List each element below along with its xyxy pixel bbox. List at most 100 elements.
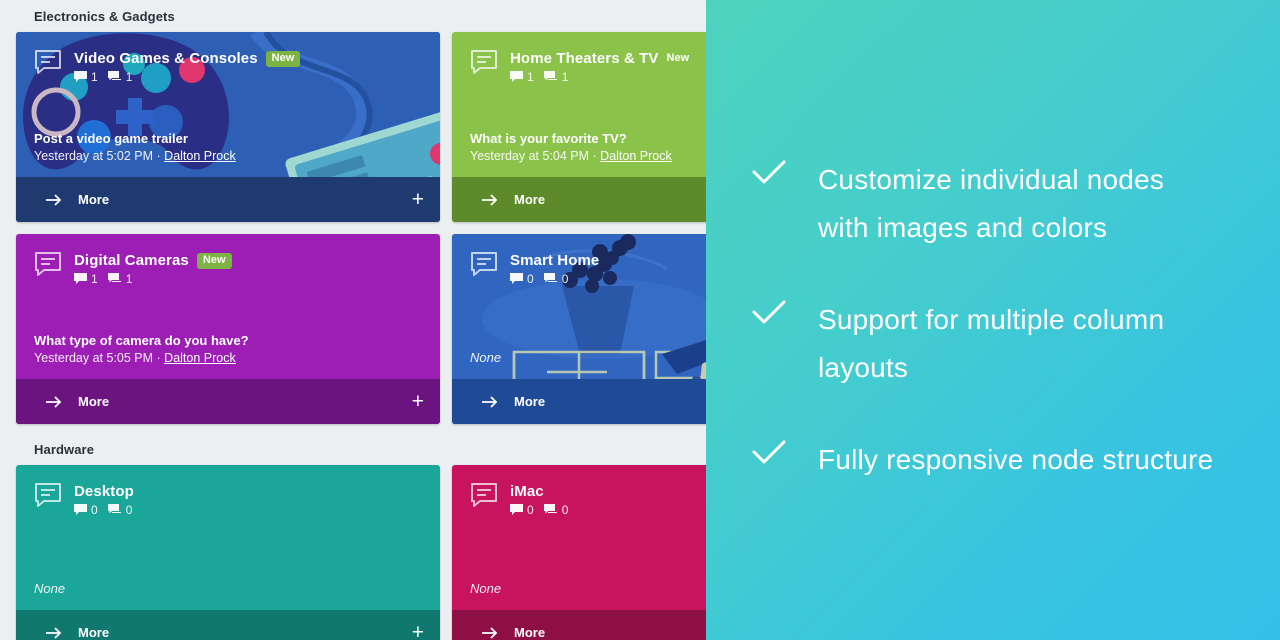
card-counts: 0 0 (74, 504, 134, 516)
add-node-button[interactable]: + (412, 391, 424, 412)
node-board: Electronics & Gadgets Video Games & Cons… (0, 0, 706, 640)
comment-bubble-icon (510, 504, 523, 515)
card-body: Home Theaters & TV New 1 1 What is your … (452, 32, 706, 177)
more-button[interactable]: More (46, 394, 109, 409)
arrow-right-icon (46, 193, 62, 206)
reply-bubble-icon (543, 71, 557, 81)
speech-bubble-icon (470, 49, 498, 80)
post-author-link[interactable]: Dalton Prock (164, 149, 236, 163)
app-screen: Electronics & Gadgets Video Games & Cons… (0, 0, 1280, 640)
reply-count: 0 (543, 504, 568, 516)
comment-bubble-icon (74, 71, 87, 82)
add-node-button[interactable]: + (412, 189, 424, 210)
feature-item-2: Support for multiple column layouts (752, 296, 1234, 392)
post-author-link[interactable]: Dalton Prock (600, 149, 672, 163)
card-digital-cameras[interactable]: Digital Cameras New 1 1 What type of cam… (16, 234, 440, 424)
post-time: Yesterday at 5:05 PM (34, 351, 154, 365)
card-grid-hardware: Desktop 0 0 None More + iMac 0 0 None Mo… (0, 465, 706, 640)
post-meta: Yesterday at 5:05 PM · Dalton Prock (34, 351, 422, 365)
post-title: Post a video game trailer (34, 131, 188, 146)
feature-label: Customize individual nodes with images a… (818, 164, 1165, 243)
card-latest-post: None (470, 581, 706, 596)
card-latest-post: None (34, 581, 422, 596)
speech-bubble-icon (34, 482, 62, 513)
arrow-right-icon (46, 626, 62, 639)
speech-bubble-icon (470, 251, 498, 282)
card-body: Smart Home 0 0 None (452, 234, 706, 379)
card-grid-electronics: Video Games & Consoles New 1 1 Post a vi… (0, 32, 706, 424)
comment-count: 0 (510, 273, 534, 285)
card-header: Smart Home 0 0 (470, 250, 706, 285)
card-header: Desktop 0 0 (34, 481, 422, 516)
card-latest-post: Post a video game trailer Yesterday at 5… (34, 130, 422, 163)
card-header: iMac 0 0 (470, 481, 706, 516)
reply-bubble-icon (107, 273, 121, 283)
card-counts: 1 1 (74, 273, 232, 285)
comment-bubble-icon (74, 273, 87, 284)
section-title-electronics: Electronics & Gadgets (34, 9, 175, 24)
card-title: Video Games & Consoles (74, 50, 258, 67)
card-title: Smart Home (510, 252, 600, 269)
check-icon (752, 296, 818, 331)
more-label: More (514, 192, 546, 207)
speech-bubble-icon (470, 482, 498, 513)
speech-bubble-icon (34, 251, 62, 282)
post-meta-separator: · (153, 149, 165, 163)
check-icon (752, 436, 818, 471)
post-meta: Yesterday at 5:04 PM · Dalton Prock (470, 149, 706, 163)
feature-label: Fully responsive node structure (818, 444, 1214, 475)
card-home-theaters[interactable]: Home Theaters & TV New 1 1 What is your … (452, 32, 706, 222)
reply-count: 0 (543, 273, 568, 285)
card-counts: 1 1 (510, 71, 689, 83)
comment-count: 1 (74, 273, 98, 285)
arrow-right-icon (482, 193, 498, 206)
new-badge: New (666, 51, 690, 64)
card-title: Desktop (74, 483, 134, 500)
card-body: Digital Cameras New 1 1 What type of cam… (16, 234, 440, 379)
card-footer: More + (452, 379, 706, 424)
comment-bubble-icon (510, 273, 523, 284)
more-button[interactable]: More (482, 192, 545, 207)
more-button[interactable]: More (482, 625, 545, 640)
add-node-button[interactable]: + (412, 622, 424, 640)
reply-bubble-icon (107, 504, 121, 514)
card-desktop[interactable]: Desktop 0 0 None More + (16, 465, 440, 640)
comment-count: 1 (510, 71, 534, 83)
check-icon (752, 156, 818, 191)
card-counts: 0 0 (510, 504, 568, 516)
section-title-hardware: Hardware (34, 442, 95, 457)
card-body: Desktop 0 0 None (16, 465, 440, 610)
more-button[interactable]: More (482, 394, 545, 409)
new-badge: New (265, 50, 301, 67)
no-post-label: None (470, 581, 502, 596)
card-footer: More + (452, 177, 706, 222)
card-smart-home[interactable]: Smart Home 0 0 None More (452, 234, 706, 424)
reply-bubble-icon (543, 504, 557, 514)
post-author-link[interactable]: Dalton Prock (164, 351, 236, 365)
reply-bubble-icon (107, 71, 121, 81)
arrow-right-icon (46, 395, 62, 408)
reply-bubble-icon (543, 273, 557, 283)
card-body: Video Games & Consoles New 1 1 Post a vi… (16, 32, 440, 177)
more-button[interactable]: More (46, 625, 109, 640)
card-header: Home Theaters & TV New 1 1 (470, 48, 706, 83)
card-counts: 0 0 (510, 273, 599, 285)
comment-count: 1 (74, 71, 98, 83)
card-imac[interactable]: iMac 0 0 None More (452, 465, 706, 640)
arrow-right-icon (482, 626, 498, 639)
card-footer: More + (16, 610, 440, 640)
post-meta-separator: · (589, 149, 601, 163)
card-header: Digital Cameras New 1 1 (34, 250, 422, 285)
card-video-games[interactable]: Video Games & Consoles New 1 1 Post a vi… (16, 32, 440, 222)
post-meta: Yesterday at 5:02 PM · Dalton Prock (34, 149, 422, 163)
reply-count: 1 (543, 71, 568, 83)
feature-item-1: Customize individual nodes with images a… (752, 156, 1234, 252)
comment-count: 0 (74, 504, 98, 516)
card-latest-post: What is your favorite TV? Yesterday at 5… (470, 130, 706, 163)
card-body: iMac 0 0 None (452, 465, 706, 610)
speech-bubble-icon (34, 49, 62, 80)
comment-count: 0 (510, 504, 534, 516)
card-title: iMac (510, 483, 544, 500)
more-button[interactable]: More (46, 192, 109, 207)
card-header: Video Games & Consoles New 1 1 (34, 48, 422, 83)
